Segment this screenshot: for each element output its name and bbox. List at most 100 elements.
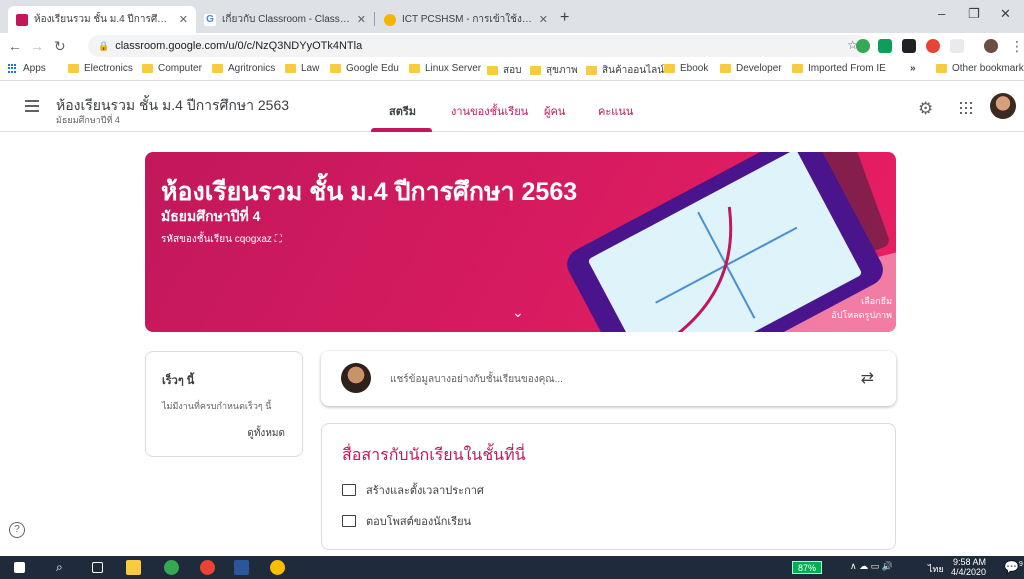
battery-indicator[interactable]: 87% [792,561,822,574]
bookmark-folder[interactable]: Developer [720,63,782,74]
google-apps-icon[interactable] [960,102,972,114]
task-view-icon[interactable] [92,562,103,573]
tab-people[interactable]: ผู้คน [544,102,565,120]
create-announcement-item: สร้างและตั้งเวลาประกาศ [342,481,484,499]
extension-dark-icon[interactable] [902,39,916,53]
tab-grades[interactable]: คะแนน [598,102,633,120]
select-theme-link[interactable]: เลือกธีม [776,294,896,308]
chrome-alt-icon[interactable] [270,560,285,575]
chrome-icon[interactable] [164,560,179,575]
class-code-label: รหัสของชั้นเรียน [161,234,232,245]
bookmark-folder[interactable]: Linux Server [409,63,481,74]
active-tab-indicator [371,128,432,132]
tab-separator [374,12,375,26]
folder-icon [664,64,675,73]
announcement-icon [342,484,356,496]
apps-grid-icon [8,63,18,74]
close-tab-icon[interactable]: ✕ [357,13,366,26]
folder-icon [487,66,498,75]
communicate-card: สื่อสารกับนักเรียนในชั้นที่นี่ สร้างและต… [321,423,896,550]
bookmark-folder[interactable]: Agritronics [212,63,275,74]
ict-favicon-icon [384,13,396,26]
extension-grammar-icon[interactable] [878,39,892,53]
folder-icon [330,64,341,73]
new-tab-button[interactable]: + [560,9,569,27]
respond-posts-item: ตอบโพสต์ของนักเรียน [342,512,471,530]
share-with-class-box[interactable]: แชร์ข้อมูลบางอย่างกับชั้นเรียนของคุณ... … [321,351,896,406]
folder-icon [530,66,541,75]
browser-menu-icon[interactable]: ⋮ [1010,38,1024,55]
other-bookmarks[interactable]: Other bookmarks [936,63,1024,74]
settings-gear-icon[interactable]: ⚙ [918,99,933,119]
bookmark-folder[interactable]: Ebook [664,63,708,74]
account-avatar[interactable] [990,93,1016,119]
bookmark-apps[interactable]: Apps [8,63,46,74]
notifications-icon[interactable]: 💬9 [1004,560,1023,574]
more-bookmarks-button[interactable]: » [910,63,916,74]
browser-tab-about-classroom[interactable]: G เกี่ยวกับ Classroom - Classroom ✕ [196,6,374,33]
close-window-button[interactable]: ✕ [1000,6,1011,22]
bookmark-folder[interactable]: Electronics [68,63,133,74]
tray-icons[interactable]: ∧ ☁ ▭ 🔊 [850,561,893,572]
bookmark-folder[interactable]: Google Edu [330,63,399,74]
word-icon[interactable] [234,560,249,575]
file-explorer-icon[interactable] [126,560,141,575]
folder-icon [586,66,597,75]
tab-title: ICT PCSHSM - การเข้าใช้งาน Class [402,14,533,25]
folder-icon [792,64,803,73]
address-bar-row: ← → ↻ 🔒 classroom.google.com/u/0/c/NzQ3N… [0,33,1024,59]
repost-icon[interactable]: ⇄ [861,368,874,388]
url-text: classroom.google.com/u/0/c/NzQ3NDYyOTk4N… [115,40,363,52]
posts-list-icon [342,515,356,527]
reload-icon[interactable]: ↻ [54,38,66,55]
folder-icon [212,64,223,73]
tab-stream[interactable]: สตรีม [389,102,416,120]
class-code[interactable]: cqogxaz [235,234,272,245]
extension-gray-icon[interactable] [950,39,964,53]
tab-classwork[interactable]: งานของชั้นเรียน [451,102,528,120]
user-avatar [341,363,371,393]
bookmark-folder[interactable]: Law [285,63,319,74]
url-field[interactable]: 🔒 classroom.google.com/u/0/c/NzQ3NDYyOTk… [88,35,868,57]
bookmark-folder[interactable]: Imported From IE [792,63,886,74]
folder-icon [68,64,79,73]
extension-red-icon[interactable] [926,39,940,53]
clock-time[interactable]: 9:58 AM [953,557,986,567]
bookmark-folder[interactable]: สอบ [487,63,521,78]
folder-icon [936,64,947,73]
share-placeholder[interactable]: แชร์ข้อมูลบางอย่างกับชั้นเรียนของคุณ... [390,372,563,387]
view-all-link[interactable]: ดูทั้งหมด [247,426,285,441]
chrome-profile-icon[interactable] [200,560,215,575]
folder-icon [285,64,296,73]
minimize-button[interactable]: – [938,6,945,21]
help-icon[interactable]: ? [9,522,25,538]
main-menu-icon[interactable] [25,100,39,115]
upcoming-card: เร็วๆ นี้ ไม่มีงานที่ครบกำหนดเร็วๆ นี้ ด… [145,351,303,457]
forward-arrow-icon[interactable]: → [30,38,44,54]
maximize-button[interactable]: ❐ [968,6,980,22]
back-arrow-icon[interactable]: ← [8,38,22,54]
windows-start-icon[interactable] [14,562,25,573]
classroom-favicon-icon [16,13,28,26]
browser-tab-classroom[interactable]: ห้องเรียนรวม ชั้น ม.4 ปีการศึกษา 256 ✕ [8,6,196,33]
upcoming-title: เร็วๆ นี้ [162,375,195,387]
lock-icon: 🔒 [98,40,110,51]
close-tab-icon[interactable]: ✕ [179,13,188,26]
extension-green-icon[interactable] [856,39,870,53]
folder-icon [142,64,153,73]
input-language[interactable]: ไทย [928,562,944,576]
chevron-down-icon[interactable]: ⌄ [512,304,524,321]
class-section: มัธยมศึกษาปีที่ 4 [56,115,120,125]
profile-avatar-icon[interactable] [984,39,998,53]
class-banner: ห้องเรียนรวม ชั้น ม.4 ปีการศึกษา 2563 มั… [145,152,896,332]
close-tab-icon[interactable]: ✕ [539,13,548,26]
bookmarks-bar: Apps Electronics Computer Agritronics La… [0,59,1024,81]
clock-date[interactable]: 4/4/2020 [951,567,986,577]
bookmark-folder[interactable]: สินค้าออนไลน์ [586,63,664,78]
bookmark-folder[interactable]: สุขภาพ [530,63,578,78]
fullscreen-code-icon[interactable]: ⛶ [275,234,282,245]
upload-photo-link[interactable]: อัปโหลดรูปภาพ [776,308,896,322]
browser-tab-ict-pcshsm[interactable]: ICT PCSHSM - การเข้าใช้งาน Class ✕ [376,6,556,33]
bookmark-folder[interactable]: Computer [142,63,202,74]
search-icon[interactable]: ⌕ [56,560,63,575]
